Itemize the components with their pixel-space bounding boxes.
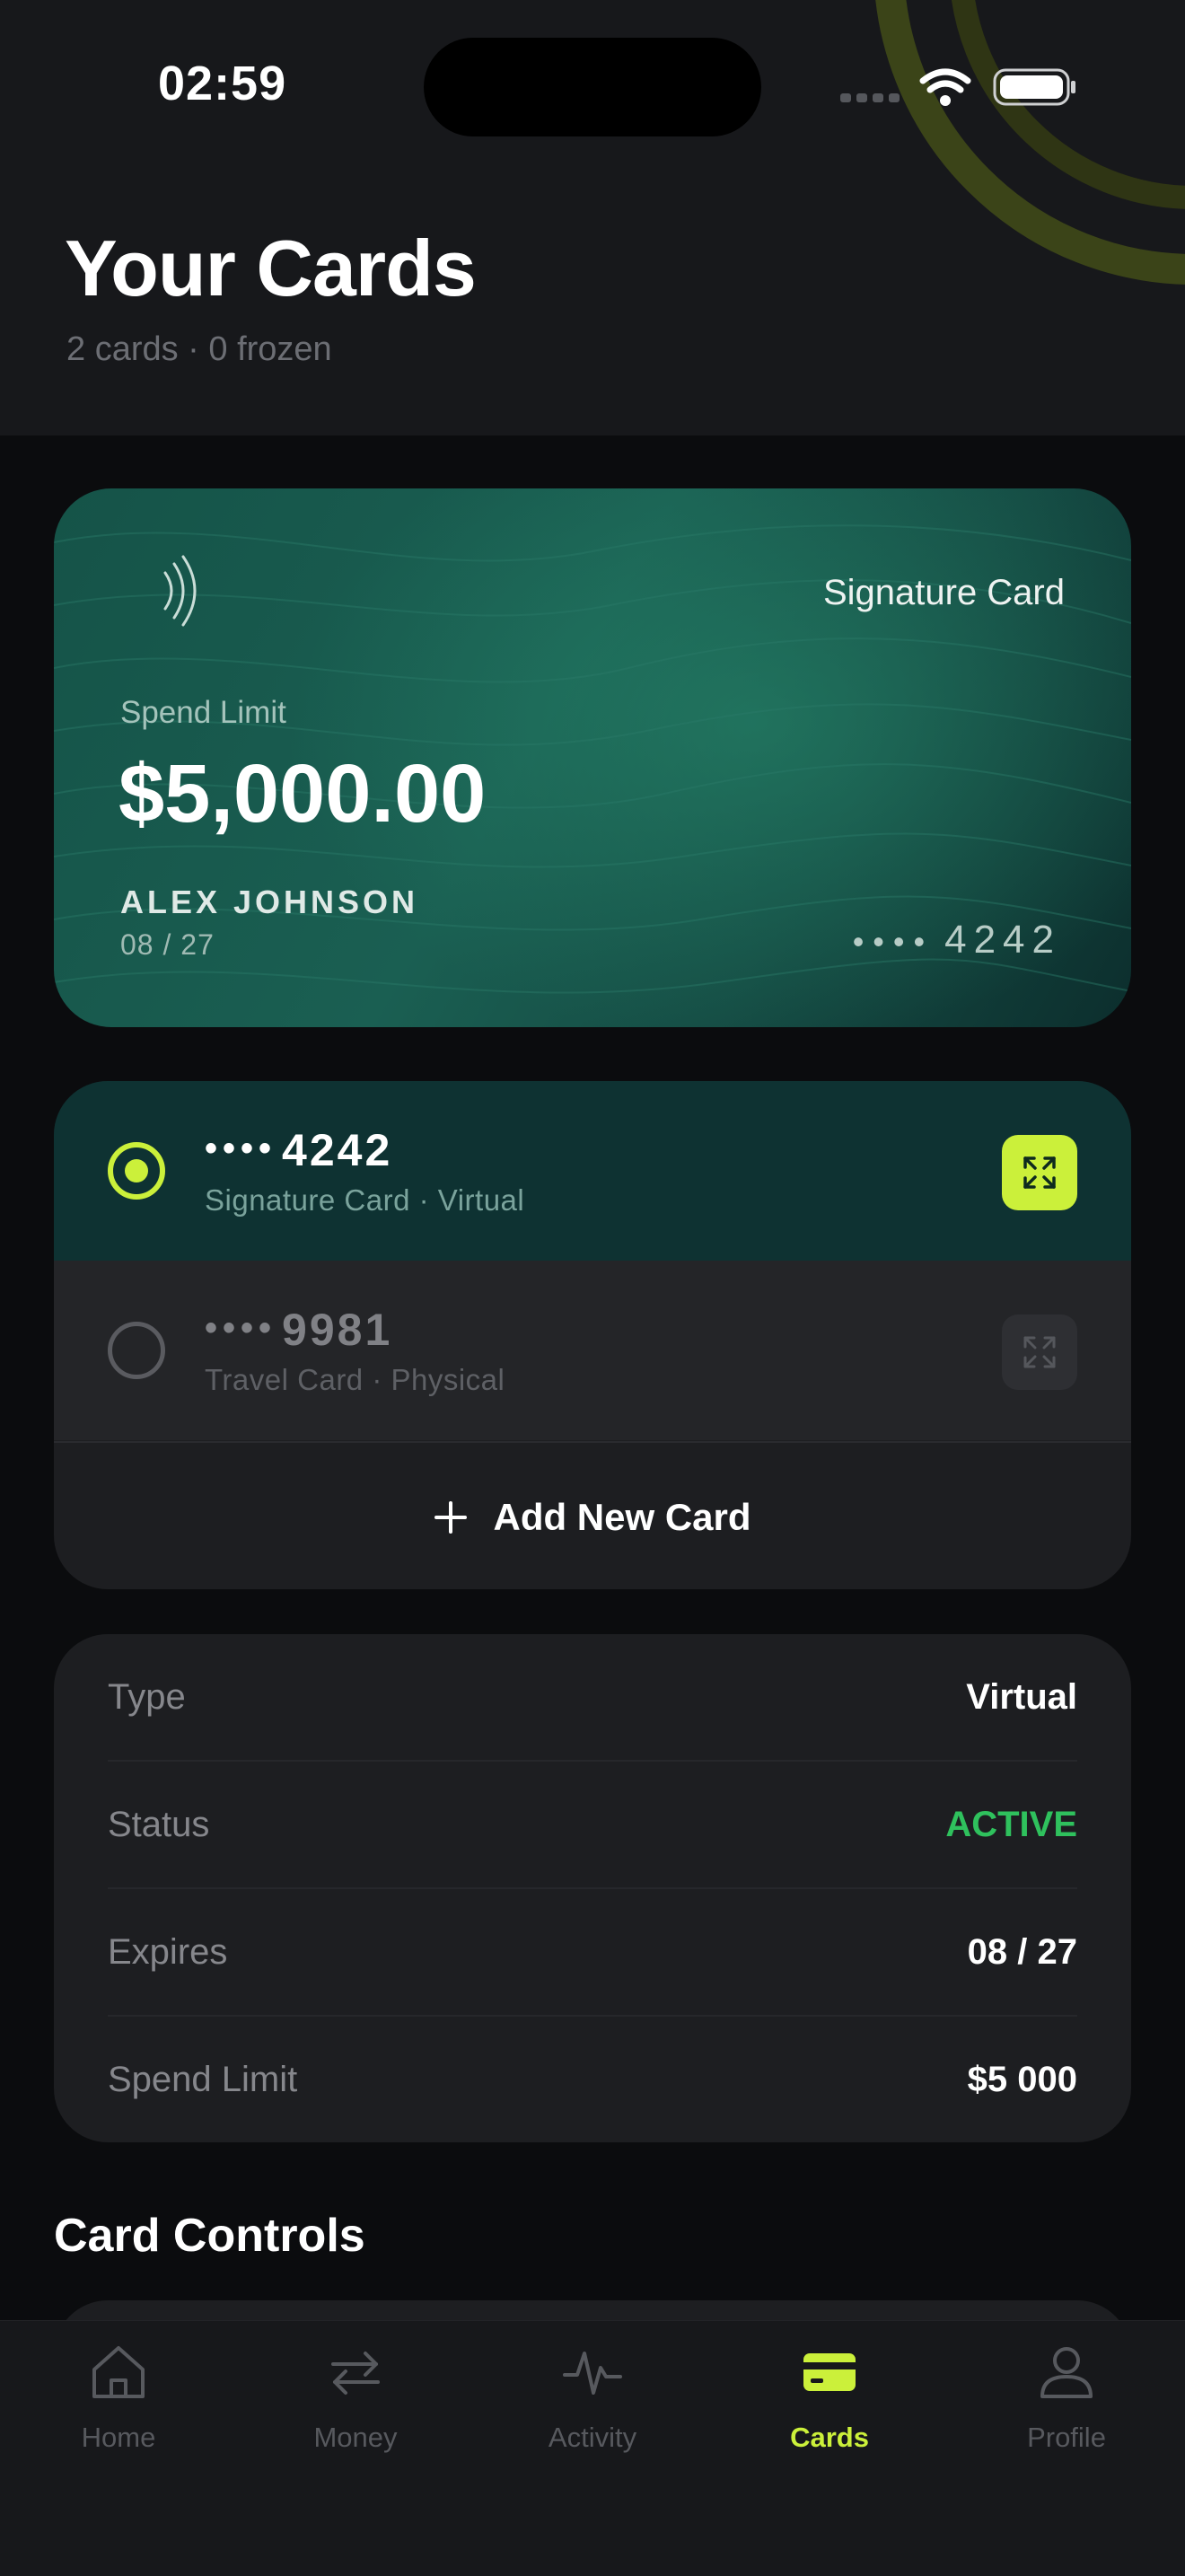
tab-home[interactable]: Home bbox=[0, 2321, 237, 2456]
detail-key: Expires bbox=[108, 1931, 228, 1972]
dynamic-island bbox=[424, 38, 761, 136]
expand-icon bbox=[1023, 1336, 1056, 1368]
radio-unselected[interactable] bbox=[108, 1322, 165, 1379]
detail-row-status: Status ACTIVE bbox=[108, 1762, 1077, 1887]
tab-cards[interactable]: Cards bbox=[711, 2321, 948, 2456]
tab-label: Home bbox=[81, 2422, 156, 2453]
card-row-number: •••• 4242 bbox=[205, 1124, 392, 1176]
tab-bar: Home Money Activity Cards Profile bbox=[0, 2320, 1185, 2576]
detail-row-spend-limit: Spend Limit $5 000 bbox=[108, 2017, 1077, 2142]
card-row-last4: 9981 bbox=[282, 1305, 393, 1355]
card-last4: 4242 bbox=[944, 918, 1061, 962]
add-new-card-button[interactable]: Add New Card bbox=[54, 1441, 1131, 1589]
person-icon bbox=[1040, 2347, 1093, 2398]
tab-activity[interactable]: Activity bbox=[474, 2321, 711, 2456]
status-badge: ACTIVE bbox=[945, 1804, 1077, 1844]
spend-limit-label: Spend Limit bbox=[120, 695, 286, 730]
status-time: 02:59 bbox=[158, 57, 287, 110]
card-row-9981[interactable]: •••• 9981 Travel Card · Physical bbox=[54, 1261, 1131, 1440]
detail-row-type: Type Virtual bbox=[108, 1634, 1077, 1760]
battery-icon bbox=[993, 68, 1075, 106]
masked-dots: •••• bbox=[205, 1129, 277, 1168]
wifi-icon bbox=[919, 68, 971, 93]
expand-button[interactable] bbox=[1002, 1314, 1077, 1390]
header: 02:59 Your Cards 2 cards · 0 frozen bbox=[0, 0, 1185, 435]
pulse-icon bbox=[563, 2352, 622, 2395]
detail-key: Spend Limit bbox=[108, 2059, 298, 2099]
tab-label: Money bbox=[313, 2422, 398, 2453]
card-details: Type Virtual Status ACTIVE Expires 08 / … bbox=[54, 1634, 1131, 2142]
tab-label: Activity bbox=[548, 2422, 637, 2453]
card-row-number: •••• 9981 bbox=[205, 1304, 392, 1356]
card-name: Signature Card bbox=[822, 573, 1065, 612]
card-row-last4: 4242 bbox=[282, 1125, 393, 1175]
card-number: •••• 4242 bbox=[0, 918, 1185, 963]
detail-row-expires: Expires 08 / 27 bbox=[108, 1889, 1077, 2015]
card-row-subtitle: Signature Card · Virtual bbox=[205, 1183, 525, 1217]
cardholder-name: ALEX JOHNSON bbox=[120, 884, 419, 920]
cellular-icon bbox=[840, 93, 900, 102]
card-list: •••• 4242 Signature Card · Virtual •••• 99… bbox=[54, 1081, 1131, 1589]
page-subtitle: 2 cards · 0 frozen bbox=[66, 330, 332, 368]
tab-profile[interactable]: Profile bbox=[948, 2321, 1185, 2456]
masked-dots: •••• bbox=[852, 923, 935, 960]
radio-selected[interactable] bbox=[108, 1142, 165, 1200]
spend-limit-amount: $5,000.00 bbox=[118, 748, 487, 840]
detail-value: $5 000 bbox=[967, 2059, 1077, 2099]
tab-money[interactable]: Money bbox=[237, 2321, 474, 2456]
card-icon bbox=[803, 2353, 856, 2391]
masked-dots: •••• bbox=[205, 1308, 277, 1348]
expand-icon bbox=[1023, 1156, 1056, 1189]
transfer-icon bbox=[331, 2352, 380, 2395]
add-new-card-label: Add New Card bbox=[493, 1495, 751, 1538]
detail-value: 08 / 27 bbox=[967, 1931, 1077, 1972]
page-title: Your Cards bbox=[65, 224, 477, 312]
expand-button[interactable] bbox=[1002, 1135, 1077, 1210]
status-icons bbox=[840, 68, 1075, 106]
detail-key: Type bbox=[108, 1676, 186, 1717]
section-title: Card Controls bbox=[54, 2210, 365, 2262]
plus-icon bbox=[434, 1500, 468, 1534]
card-row-4242[interactable]: •••• 4242 Signature Card · Virtual bbox=[54, 1081, 1131, 1261]
tab-label: Cards bbox=[790, 2422, 869, 2453]
card-row-subtitle: Travel Card · Physical bbox=[205, 1363, 505, 1396]
home-icon bbox=[92, 2346, 145, 2398]
detail-value: Virtual bbox=[966, 1676, 1077, 1717]
detail-key: Status bbox=[108, 1804, 210, 1844]
tab-label: Profile bbox=[1027, 2422, 1106, 2453]
